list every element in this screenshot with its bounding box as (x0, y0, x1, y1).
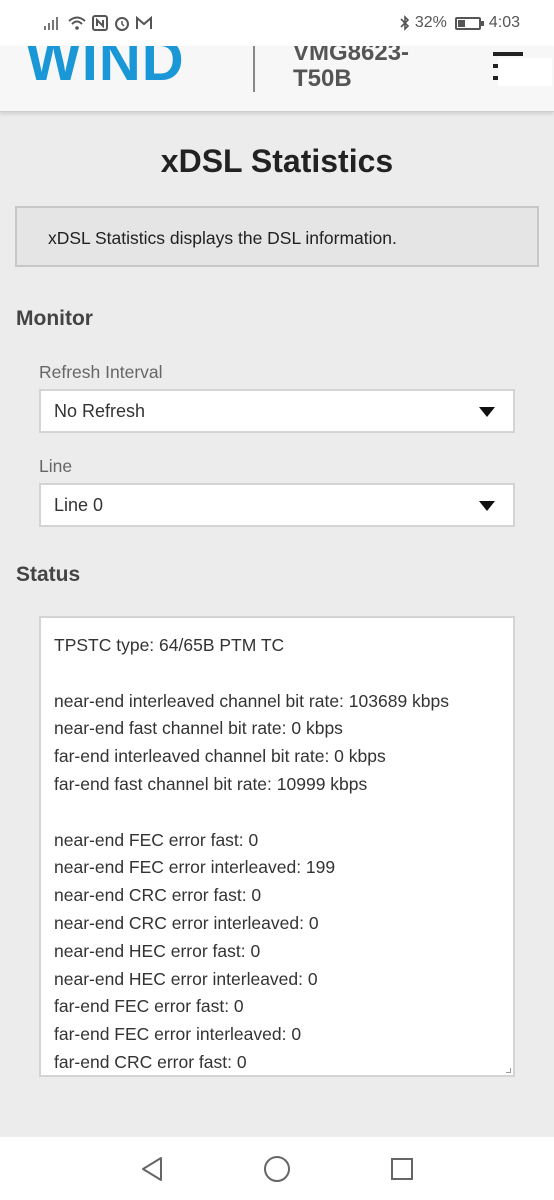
status-line: near-end HEC error fast: 0 (54, 940, 261, 961)
status-line (54, 663, 513, 691)
status-line: near-end CRC error interleaved: 0 (54, 912, 319, 933)
recents-icon[interactable] (382, 1149, 422, 1189)
app-header: WIND VMG8623- T50B (0, 46, 554, 112)
refresh-interval-select[interactable]: No Refresh (39, 389, 515, 433)
status-line: far-end FEC error interleaved: 0 (54, 1024, 302, 1045)
wind-logo[interactable]: WIND (26, 46, 185, 90)
model-line-2: T50B (293, 65, 352, 92)
status-icons-right: 32% 4:03 (400, 14, 520, 32)
status-textarea[interactable]: TPSTC type: 64/65B PTM TC near-end inter… (39, 616, 515, 1077)
status-line: near-end interleaved channel bit rate: 1… (54, 690, 449, 711)
status-line: far-end CRC error fast: 0 (54, 1051, 247, 1072)
header-divider (253, 46, 255, 92)
alarm-icon (114, 15, 130, 31)
refresh-interval-value: No Refresh (54, 401, 146, 421)
status-line: far-end FEC error fast: 0 (54, 996, 244, 1017)
dropdown-arrow-icon (479, 501, 495, 511)
home-icon[interactable] (257, 1149, 297, 1189)
wifi-icon (68, 16, 86, 30)
refresh-interval-label: Refresh Interval (39, 362, 163, 382)
bluetooth-icon (400, 15, 410, 31)
signal-icon (44, 16, 62, 30)
model-line-1: VMG8623- (293, 46, 410, 66)
header-blank-box (498, 58, 552, 86)
android-nav-bar (0, 1137, 554, 1200)
status-line (54, 802, 513, 830)
page-title: xDSL Statistics (160, 143, 394, 179)
status-line: near-end CRC error fast: 0 (54, 885, 262, 906)
status-line: near-end fast channel bit rate: 0 kbps (54, 718, 343, 739)
status-line: near-end FEC error fast: 0 (54, 829, 259, 850)
gmail-icon (136, 16, 152, 30)
status-line: near-end FEC error interleaved: 199 (54, 857, 336, 878)
status-line: TPSTC type: 64/65B PTM TC (54, 635, 285, 655)
battery-icon (454, 16, 484, 30)
status-line: far-end interleaved channel bit rate: 0 … (54, 746, 386, 767)
line-value: Line 0 (54, 495, 104, 515)
clock: 4:03 (488, 14, 520, 31)
back-icon[interactable] (132, 1149, 172, 1189)
status-line: near-end HEC error interleaved: 0 (54, 968, 318, 989)
dropdown-arrow-icon (479, 407, 495, 417)
system-status-bar: 32% 4:03 (0, 0, 554, 46)
status-icons-left (44, 15, 152, 31)
status-heading: Status (16, 563, 81, 586)
page-description: xDSL Statistics displays the DSL informa… (15, 206, 539, 267)
battery-percent: 32% (414, 14, 447, 31)
line-select[interactable]: Line 0 (39, 483, 515, 527)
nfc-icon (92, 15, 108, 31)
device-model: VMG8623- T50B (293, 46, 443, 92)
status-line: far-end fast channel bit rate: 10999 kbp… (54, 773, 368, 794)
monitor-heading: Monitor (16, 307, 93, 330)
resize-handle-icon[interactable] (506, 1068, 511, 1073)
line-label: Line (39, 456, 73, 476)
